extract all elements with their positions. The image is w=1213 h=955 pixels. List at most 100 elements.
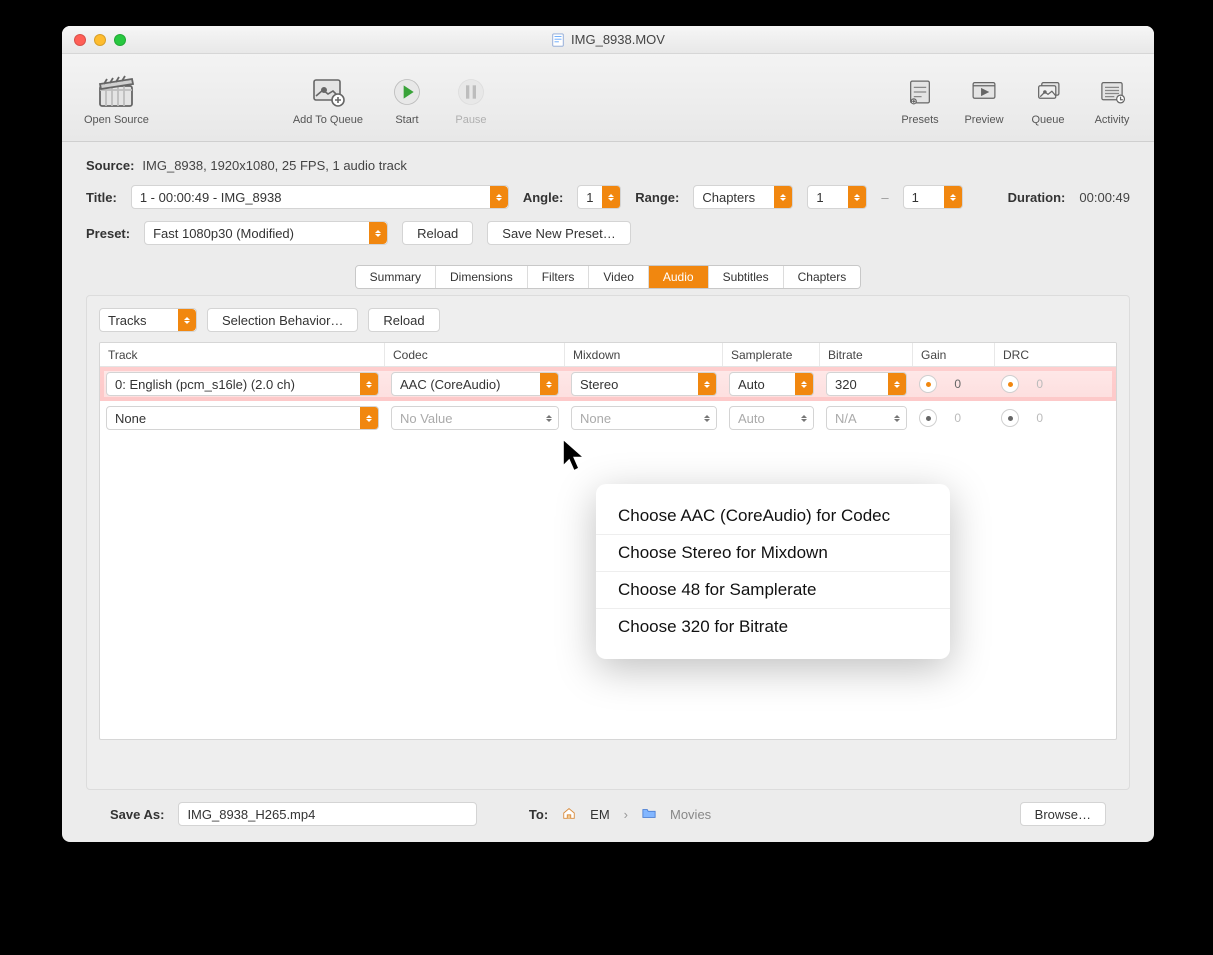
menu-item-bitrate[interactable]: Choose 320 for Bitrate (596, 608, 950, 645)
col-bitrate: Bitrate (820, 343, 913, 366)
minimize-button[interactable] (94, 34, 106, 46)
path-separator: › (624, 807, 628, 822)
row0-bitrate-select[interactable]: 320 (826, 372, 907, 396)
folder-icon (642, 806, 656, 823)
preset-select[interactable]: Fast 1080p30 (Modified) (144, 221, 388, 245)
tabbar: Summary Dimensions Filters Video Audio S… (355, 265, 862, 289)
range-to[interactable]: 1 (903, 185, 963, 209)
row0-samplerate-select[interactable]: Auto (729, 372, 814, 396)
suggestion-menu: Choose AAC (CoreAudio) for Codec Choose … (596, 484, 950, 659)
source-label: Source: (86, 158, 134, 173)
row0-mixdown-select[interactable]: Stereo (571, 372, 717, 396)
tab-summary[interactable]: Summary (356, 266, 436, 288)
tab-video[interactable]: Video (589, 266, 648, 288)
table-row: 0: English (pcm_s16le) (2.0 ch) AAC (Cor… (100, 367, 1116, 401)
tab-chapters[interactable]: Chapters (784, 266, 861, 288)
reload-preset-button[interactable]: Reload (402, 221, 473, 245)
tab-dimensions[interactable]: Dimensions (436, 266, 528, 288)
row0-gain-value: 0 (937, 377, 967, 391)
range-select[interactable]: Chapters (693, 185, 793, 209)
row1-drc-value: 0 (1019, 411, 1049, 425)
start-label: Start (395, 114, 418, 126)
save-as-label: Save As: (110, 807, 164, 822)
queue-label: Queue (1031, 114, 1064, 126)
titlebar: IMG_8938.MOV (62, 26, 1154, 54)
row1-gain-knob[interactable] (919, 409, 937, 427)
start-button[interactable]: Start (375, 68, 439, 128)
row0-gain-knob[interactable] (919, 375, 937, 393)
path-segment-1[interactable]: EM (590, 807, 610, 822)
menu-item-samplerate[interactable]: Choose 48 for Samplerate (596, 571, 950, 608)
reload-tracks-button[interactable]: Reload (368, 308, 439, 332)
tab-audio[interactable]: Audio (649, 266, 709, 288)
open-source-button[interactable]: Open Source (72, 68, 161, 128)
table-header: Track Codec Mixdown Samplerate Bitrate G… (100, 343, 1116, 367)
toolbar: Open Source Add To Queue Start (62, 54, 1154, 142)
duration-label: Duration: (1008, 190, 1066, 205)
selection-behavior-button[interactable]: Selection Behavior… (207, 308, 358, 332)
title-select[interactable]: 1 - 00:00:49 - IMG_8938 (131, 185, 509, 209)
row0-track-select[interactable]: 0: English (pcm_s16le) (2.0 ch) (106, 372, 379, 396)
angle-label: Angle: (523, 190, 563, 205)
range-label: Range: (635, 190, 679, 205)
activity-icon (1092, 74, 1132, 110)
add-queue-icon (308, 74, 348, 110)
browse-button[interactable]: Browse… (1020, 802, 1106, 826)
home-icon (562, 806, 576, 823)
row1-mixdown-select[interactable]: None (571, 406, 717, 430)
tab-filters[interactable]: Filters (528, 266, 590, 288)
save-new-preset-button[interactable]: Save New Preset… (487, 221, 630, 245)
source-value: IMG_8938, 1920x1080, 25 FPS, 1 audio tra… (142, 158, 407, 173)
row0-drc-knob[interactable] (1001, 375, 1019, 393)
presets-button[interactable]: Presets (888, 68, 952, 128)
row1-samplerate-select[interactable]: Auto (729, 406, 814, 430)
close-button[interactable] (74, 34, 86, 46)
pause-icon (451, 74, 491, 110)
tracks-select[interactable]: Tracks (99, 308, 197, 332)
range-dash: – (881, 190, 888, 205)
activity-button[interactable]: Activity (1080, 68, 1144, 128)
row0-drc-value: 0 (1019, 377, 1049, 391)
save-as-input[interactable]: IMG_8938_H265.mp4 (178, 802, 476, 826)
presets-label: Presets (901, 114, 938, 126)
document-icon (551, 33, 565, 47)
open-source-label: Open Source (84, 114, 149, 126)
play-icon (387, 74, 427, 110)
row1-codec-select[interactable]: No Value (391, 406, 559, 430)
row1-drc-knob[interactable] (1001, 409, 1019, 427)
col-samplerate: Samplerate (723, 343, 820, 366)
menu-item-codec[interactable]: Choose AAC (CoreAudio) for Codec (596, 498, 950, 534)
to-label: To: (529, 807, 548, 822)
preview-label: Preview (964, 114, 1003, 126)
clapper-icon (96, 74, 136, 110)
queue-icon (1028, 74, 1068, 110)
row0-codec-select[interactable]: AAC (CoreAudio) (391, 372, 559, 396)
maximize-button[interactable] (114, 34, 126, 46)
tab-subtitles[interactable]: Subtitles (709, 266, 784, 288)
path-segment-2[interactable]: Movies (670, 807, 711, 822)
add-to-queue-button[interactable]: Add To Queue (281, 68, 375, 128)
preview-button[interactable]: Preview (952, 68, 1016, 128)
pause-button[interactable]: Pause (439, 68, 503, 128)
col-codec: Codec (385, 343, 565, 366)
app-window: IMG_8938.MOV Open Source Add To (62, 26, 1154, 842)
col-mixdown: Mixdown (565, 343, 723, 366)
range-from[interactable]: 1 (807, 185, 867, 209)
preset-label: Preset: (86, 226, 130, 241)
col-gain: Gain (913, 343, 995, 366)
row1-bitrate-select[interactable]: N/A (826, 406, 907, 430)
col-track: Track (100, 343, 385, 366)
pause-label: Pause (455, 114, 486, 126)
row1-gain-value: 0 (937, 411, 967, 425)
duration-value: 00:00:49 (1079, 190, 1130, 205)
activity-label: Activity (1095, 114, 1130, 126)
row1-track-select[interactable]: None (106, 406, 379, 430)
menu-item-mixdown[interactable]: Choose Stereo for Mixdown (596, 534, 950, 571)
add-to-queue-label: Add To Queue (293, 114, 363, 126)
presets-icon (900, 74, 940, 110)
angle-select[interactable]: 1 (577, 185, 621, 209)
table-row: None No Value None Auto N/A 0 0 (100, 401, 1116, 435)
queue-button[interactable]: Queue (1016, 68, 1080, 128)
preview-icon (964, 74, 1004, 110)
mouse-cursor (562, 438, 582, 466)
